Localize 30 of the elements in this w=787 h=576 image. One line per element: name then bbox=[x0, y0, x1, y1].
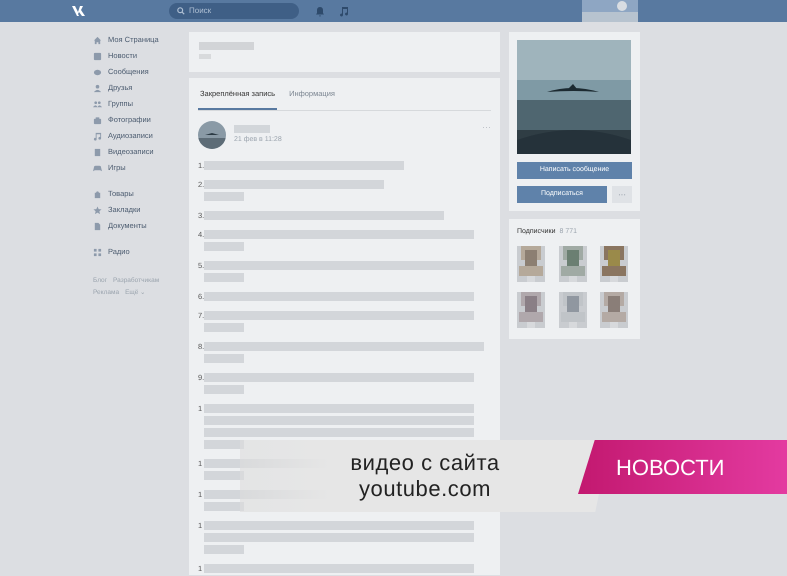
blurred-text bbox=[204, 545, 244, 554]
caption-text: youtube.com bbox=[358, 476, 491, 502]
blurred-name bbox=[199, 42, 254, 50]
film-icon bbox=[93, 148, 102, 156]
document-icon bbox=[93, 222, 102, 230]
search-field[interactable]: Поиск bbox=[169, 3, 299, 19]
star-icon bbox=[93, 206, 102, 214]
blurred-text bbox=[204, 354, 244, 363]
grid-icon bbox=[93, 248, 102, 256]
blurred-text bbox=[204, 385, 244, 394]
blurred-text bbox=[204, 323, 244, 332]
news-tag-text: НОВОСТИ bbox=[616, 454, 724, 482]
blurred-text bbox=[204, 273, 244, 282]
home-icon bbox=[93, 36, 102, 44]
music-note-icon bbox=[93, 132, 102, 140]
search-icon bbox=[177, 7, 185, 15]
music-note-icon[interactable] bbox=[339, 6, 349, 16]
more-button[interactable]: ··· bbox=[612, 186, 632, 203]
blurred-name bbox=[234, 124, 270, 133]
speech-bubble-icon bbox=[93, 68, 102, 76]
camera-icon bbox=[93, 116, 102, 124]
gamepad-icon bbox=[93, 164, 102, 172]
bag-icon bbox=[93, 190, 102, 198]
newspaper-icon bbox=[93, 52, 102, 60]
people-icon bbox=[93, 100, 102, 108]
caption-text: видео с сайта bbox=[350, 450, 500, 476]
bell-icon[interactable] bbox=[315, 6, 325, 16]
blurred-text bbox=[204, 192, 244, 201]
person-icon bbox=[93, 84, 102, 92]
blurred-text bbox=[204, 242, 244, 251]
